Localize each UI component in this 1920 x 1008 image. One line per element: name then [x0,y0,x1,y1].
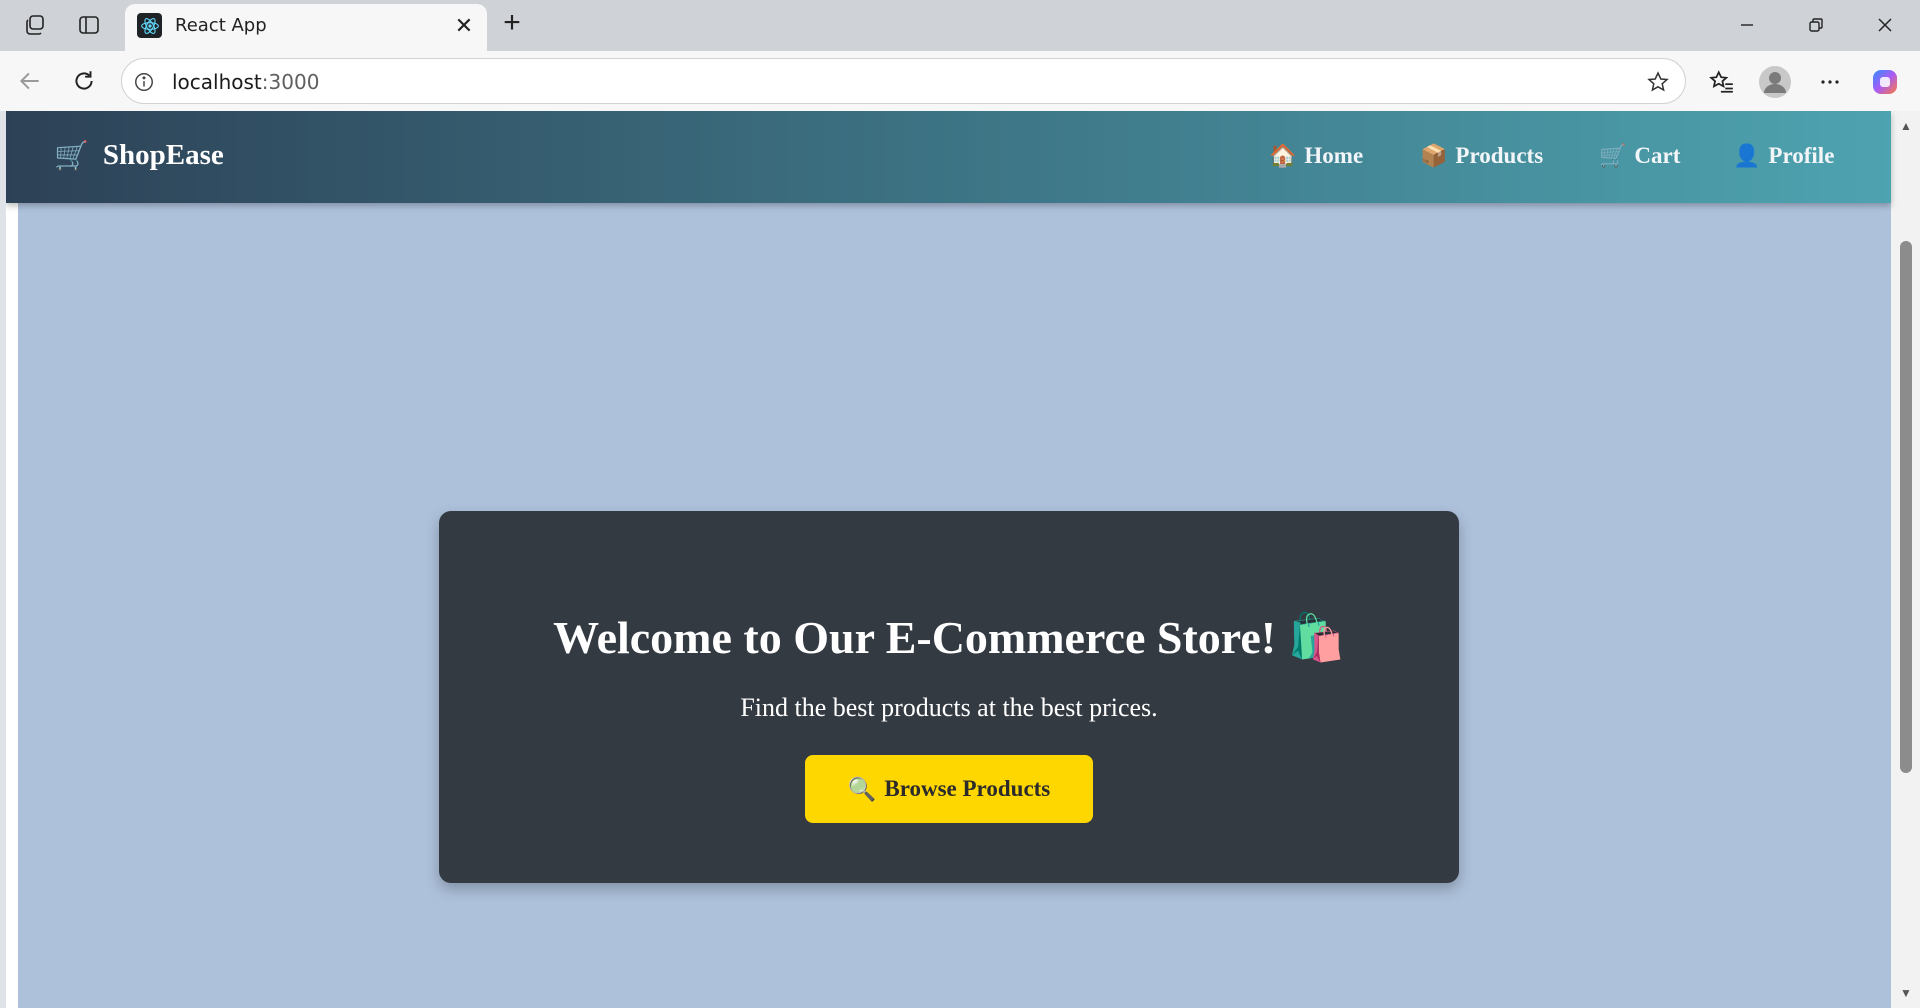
address-bar[interactable]: localhost:3000 [121,58,1686,104]
nav-link-profile[interactable]: 👤 Profile [1733,143,1834,169]
tab-actions-icon[interactable] [74,10,104,40]
tab-close-icon[interactable]: ✕ [451,13,477,39]
nav-link-label: Home [1304,143,1364,168]
scroll-up-arrow-icon[interactable]: ▲ [1899,119,1913,133]
nav-link-cart[interactable]: 🛒 Cart [1599,143,1680,169]
browse-products-button[interactable]: 🔍 Browse Products [805,755,1093,823]
package-icon: 📦 [1420,143,1448,168]
hero-title: Welcome to Our E-Commerce Store! 🛍️ [553,612,1345,663]
browser-tab[interactable]: React App ✕ [125,4,487,51]
browse-products-label: Browse Products [884,776,1051,801]
page-edge [6,203,18,1008]
profile-avatar-icon[interactable] [1758,65,1792,99]
favorites-icon[interactable] [1705,65,1739,99]
scrollbar-thumb[interactable] [1900,241,1912,773]
restore-icon[interactable] [1796,8,1836,42]
shopping-cart-icon: 🛒 [1599,143,1627,168]
user-icon: 👤 [1733,143,1761,168]
copilot-icon[interactable] [1868,65,1902,99]
home-icon: 🏠 [1269,143,1297,168]
page-viewport: 🛒 ShopEase 🏠 Home 📦 Products 🛒 Cart 👤 Pr… [6,111,1920,1008]
search-icon: 🔍 [847,776,877,802]
browser-titlebar: React App ✕ + [0,0,1920,51]
nav-link-products[interactable]: 📦 Products [1420,143,1543,169]
nav-link-label: Cart [1634,143,1681,168]
back-icon[interactable] [14,65,46,97]
address-url: localhost:3000 [172,70,319,94]
scroll-down-arrow-icon[interactable]: ▼ [1899,986,1913,1000]
hero-subtitle: Find the best products at the best price… [740,693,1158,722]
new-tab-icon[interactable]: + [497,6,527,39]
vertical-scrollbar[interactable]: ▲ ▼ [1891,111,1920,1008]
more-options-icon[interactable] [1813,65,1847,99]
nav-link-home[interactable]: 🏠 Home [1269,143,1363,169]
nav-link-label: Products [1455,143,1544,168]
brand-name: ShopEase [102,139,224,171]
site-navbar: 🛒 ShopEase 🏠 Home 📦 Products 🛒 Cart 👤 Pr… [6,111,1891,203]
close-window-icon[interactable] [1865,8,1905,42]
favorite-star-icon[interactable] [1645,69,1671,95]
browser-toolbar: localhost:3000 [0,51,1920,111]
address-host: localhost [172,70,262,94]
react-logo-icon [137,13,162,38]
hero-card: Welcome to Our E-Commerce Store! 🛍️ Find… [439,511,1459,883]
address-port: :3000 [261,70,320,94]
nav-link-label: Profile [1768,143,1835,168]
brand-logo[interactable]: 🛒 ShopEase [54,139,224,172]
minimize-icon[interactable] [1727,8,1767,42]
tab-title: React App [175,15,267,36]
site-info-icon[interactable] [132,70,156,94]
reload-icon[interactable] [68,65,100,97]
shopping-cart-icon: 🛒 [54,139,89,171]
workspaces-icon[interactable] [20,10,50,40]
